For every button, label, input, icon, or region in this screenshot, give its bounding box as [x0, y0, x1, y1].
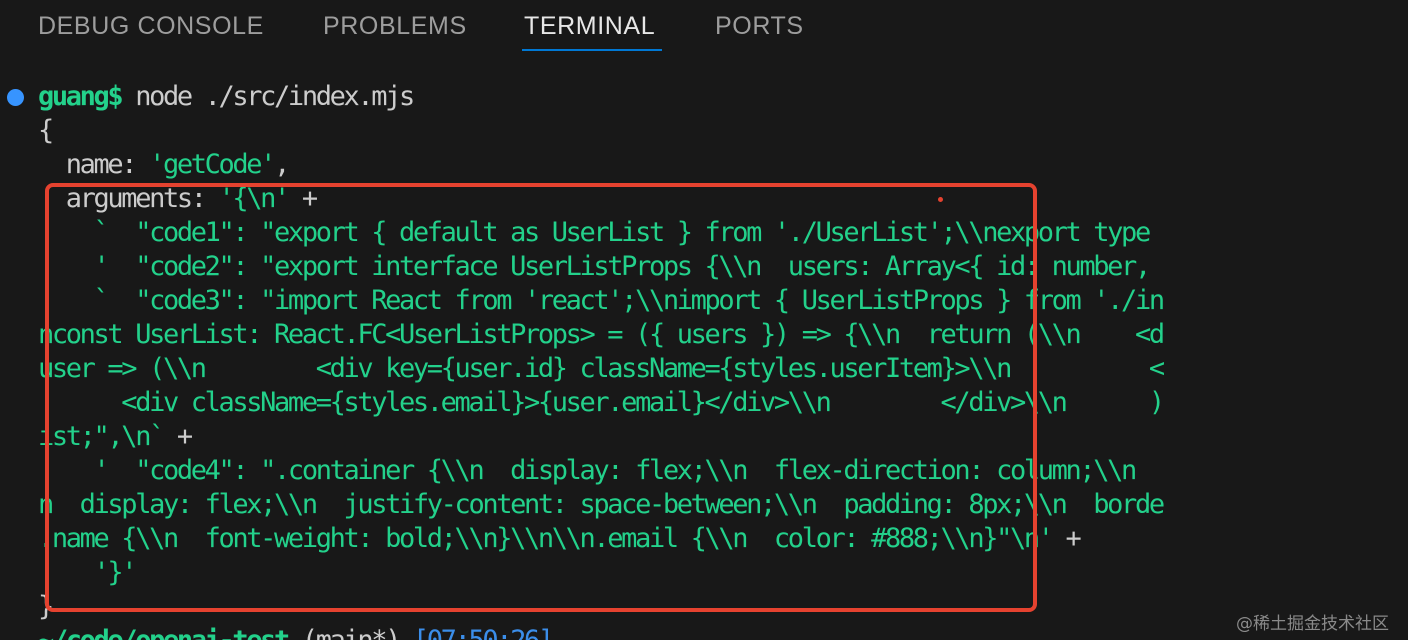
command-decoration-dot[interactable]: [7, 89, 24, 106]
output-line: n display: flex;\\n justify-content: spa…: [38, 489, 1165, 520]
next-prompt-line: ~/code/openai-test (main*) [07:50:26]: [38, 624, 554, 640]
terminal-output[interactable]: guang$ node ./src/index.mjs { name: 'get…: [0, 80, 1408, 640]
output-line-punct: +: [162, 421, 193, 452]
tab-debug-console[interactable]: DEBUG CONSOLE: [38, 8, 264, 44]
output-line: name: 'getCode',: [38, 148, 291, 182]
terminal-screenshot: DEBUG CONSOLE PROBLEMS TERMINAL PORTS gu…: [0, 0, 1408, 640]
prompt: guang$: [38, 81, 124, 112]
panel-tab-bar: DEBUG CONSOLE PROBLEMS TERMINAL PORTS: [0, 0, 1408, 56]
git-branch: (main*): [288, 625, 402, 640]
command-text: node ./src/index.mjs: [121, 81, 415, 112]
command-line: guang$ node ./src/index.mjs: [38, 80, 415, 114]
output-line-punct: ,: [274, 149, 290, 180]
output-line: {: [38, 115, 54, 146]
output-line: ` "code1": "export { default as UserList…: [38, 217, 1152, 248]
output-line-key: name:: [38, 149, 150, 180]
output-line: }: [38, 591, 54, 622]
output-line-punct: +: [1051, 523, 1082, 554]
output-line-value: .name {\\n font-weight: bold;\\n}\\n\\n.…: [38, 523, 1054, 554]
output-line-punct: +: [287, 183, 318, 214]
watermark: @稀土掘金技术社区: [1236, 614, 1389, 634]
output-line: ' "code2": "export interface UserListPro…: [38, 251, 1152, 282]
output-line-value: '{\n': [218, 183, 291, 214]
output-line: user => (\\n <div key={user.id} classNam…: [38, 353, 1165, 384]
output-line: .name {\\n font-weight: bold;\\n}\\n\\n.…: [38, 522, 1082, 556]
output-line: '}': [38, 557, 138, 588]
active-tab-indicator: [522, 49, 662, 51]
output-line: <div className={styles.email}>{user.emai…: [38, 387, 1165, 418]
prompt-time: [07:50:26]: [399, 625, 554, 640]
tab-ports[interactable]: PORTS: [715, 8, 804, 44]
prompt-path: ~/code/openai-test: [38, 625, 290, 640]
output-line-value: 'getCode': [149, 149, 276, 180]
output-line: arguments: '{\n' +: [38, 182, 318, 216]
output-line: nconst UserList: React.FC<UserListProps>…: [38, 319, 1165, 350]
output-line: ' "code4": ".container {\\n display: fle…: [38, 455, 1138, 486]
output-line: ist;",\n` +: [38, 420, 193, 454]
tab-problems[interactable]: PROBLEMS: [323, 8, 467, 44]
output-line-key: arguments:: [38, 183, 219, 214]
output-line-value: ist;",\n`: [38, 421, 165, 452]
annotation-dot: [938, 197, 943, 202]
tab-terminal[interactable]: TERMINAL: [524, 8, 655, 44]
output-line: ` "code3": "import React from 'react';\\…: [38, 285, 1166, 316]
